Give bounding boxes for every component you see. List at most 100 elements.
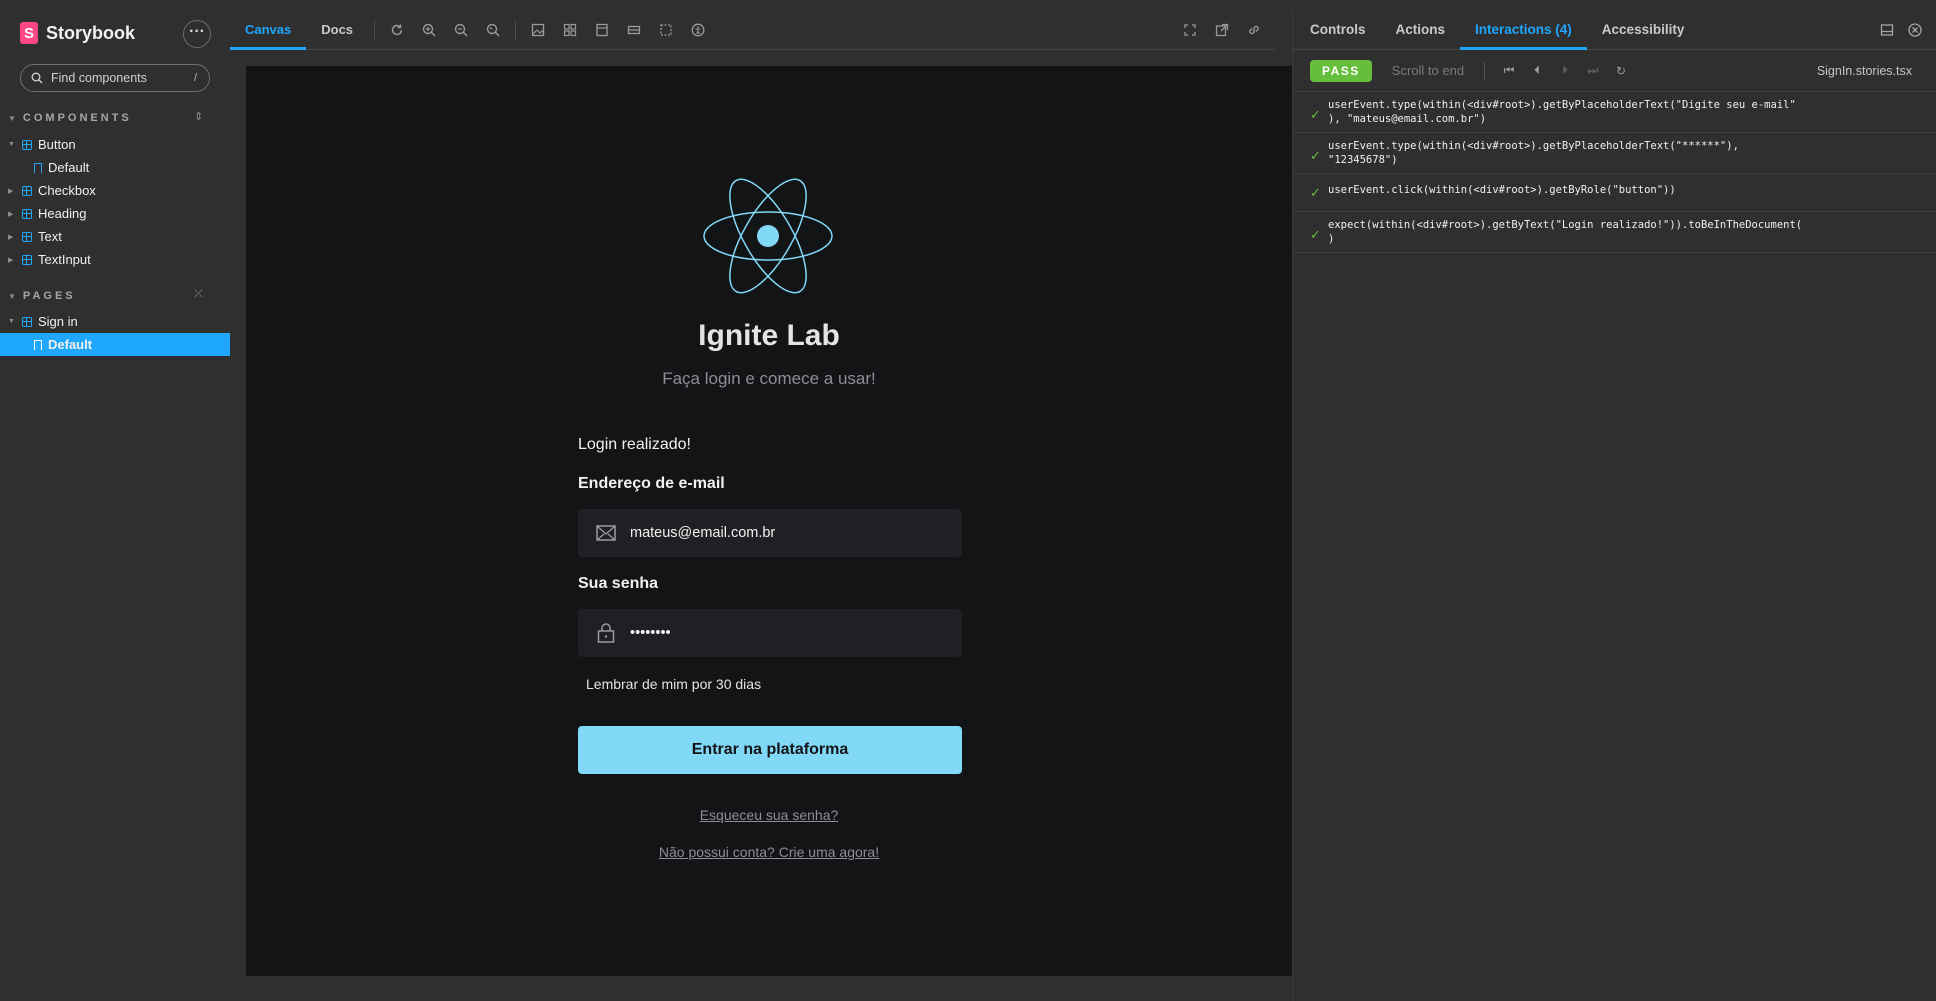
envelope-icon (596, 525, 616, 541)
search-input[interactable] (51, 71, 181, 85)
submit-button[interactable]: Entrar na plataforma (578, 726, 962, 774)
sidebar-item-label: Button (38, 137, 76, 152)
outline-icon[interactable] (650, 14, 682, 46)
toolbar-divider (515, 19, 517, 40)
sidebar-item-label: Text (38, 229, 62, 244)
email-label: Endereço de e-mail (578, 475, 725, 492)
sidebar-item-label: Default (48, 337, 93, 352)
lock-icon (597, 623, 615, 643)
check-icon: ✓ (1310, 107, 1321, 122)
password-input[interactable] (630, 625, 950, 641)
components-section-title[interactable]: ▼ COMPONENTS (8, 112, 132, 124)
component-icon (22, 139, 32, 150)
sidebar-item-sign-in-default[interactable]: Default (0, 333, 230, 356)
close-icon[interactable] (1908, 22, 1922, 37)
preview-toolbar: Canvas Docs (230, 10, 1276, 50)
component-icon (22, 185, 32, 196)
tab-interactions[interactable]: Interactions (4) (1460, 10, 1587, 50)
caret-down-icon: ▼ (8, 291, 19, 301)
tab-controls[interactable]: Controls (1295, 10, 1381, 50)
addons-tabs: Controls Actions Interactions (4) Access… (1293, 10, 1936, 50)
forgot-password-link[interactable]: Esqueceu sua senha? (246, 807, 1292, 823)
interaction-step[interactable]: ✓ userEvent.type(within(<div#root>).getB… (1293, 133, 1936, 174)
measure-icon[interactable] (618, 14, 650, 46)
zoom-out-icon[interactable] (445, 14, 477, 46)
tab-actions[interactable]: Actions (1381, 10, 1461, 50)
caret-right-icon: ▶ (8, 210, 14, 218)
story-canvas: Ignite Lab Faça login e comece a usar! L… (246, 66, 1292, 976)
sidebar-item-label: TextInput (38, 252, 91, 267)
caret-down-icon: ▼ (8, 113, 19, 123)
sidebar: S Storybook ··· / ▼ COMPONENTS ⇕ ▼ Butto… (0, 0, 230, 1001)
pages-section-title[interactable]: ▼ PAGES (8, 290, 76, 302)
background-icon[interactable] (522, 14, 554, 46)
panel-orientation-icon[interactable] (1880, 23, 1894, 37)
addons-panel: Controls Actions Interactions (4) Access… (1292, 10, 1936, 1001)
sidebar-item-button-default[interactable]: Default (0, 156, 230, 179)
bookmark-icon (34, 162, 42, 173)
pages-title: PAGES (22, 290, 76, 302)
step-code: userEvent.click(within(<div#root>).getBy… (1328, 184, 1676, 196)
brand-name: Storybook (46, 22, 136, 43)
success-message: Login realizado! (578, 436, 691, 453)
signup-link[interactable]: Não possui conta? Crie uma agora! (246, 844, 1292, 860)
components-title: COMPONENTS (22, 112, 132, 124)
sidebar-item-text[interactable]: ▶ Text (0, 225, 230, 248)
toolbar-divider (374, 19, 376, 40)
bookmark-icon (34, 339, 42, 350)
brand[interactable]: S Storybook (20, 22, 135, 44)
caret-right-icon: ▶ (8, 256, 14, 264)
caret-down-icon: ▼ (8, 141, 15, 148)
tab-docs[interactable]: Docs (306, 10, 368, 50)
grid-icon[interactable] (554, 14, 586, 46)
collapse-all-icon[interactable]: ⤫ (194, 288, 203, 301)
step-forward-icon[interactable]: ⏵ (1551, 63, 1579, 78)
step-back-icon[interactable]: ⏴ (1523, 63, 1551, 78)
go-to-end-icon[interactable]: ⏭ (1579, 63, 1607, 78)
rerun-icon[interactable]: ↻ (1607, 64, 1635, 78)
search-box[interactable]: / (20, 64, 210, 92)
sidebar-item-checkbox[interactable]: ▶ Checkbox (0, 179, 230, 202)
check-icon: ✓ (1310, 227, 1321, 242)
component-icon (22, 316, 32, 327)
interaction-step[interactable]: ✓ userEvent.click(within(<div#root>).get… (1293, 174, 1936, 212)
copy-link-icon[interactable] (1238, 14, 1270, 46)
open-new-tab-icon[interactable] (1206, 14, 1238, 46)
scroll-to-end-button[interactable]: Scroll to end (1392, 63, 1464, 78)
viewport-icon[interactable] (586, 14, 618, 46)
search-shortcut: / (193, 72, 197, 84)
control-divider (1484, 61, 1486, 80)
sidebar-item-sign-in[interactable]: ▼ Sign in (0, 310, 230, 333)
sidebar-item-button[interactable]: ▼ Button (0, 133, 230, 156)
caret-right-icon: ▶ (8, 233, 14, 241)
zoom-reset-icon[interactable] (477, 14, 509, 46)
component-icon (22, 208, 32, 219)
sidebar-item-label: Heading (38, 206, 87, 221)
accessibility-icon[interactable] (682, 14, 714, 46)
password-field[interactable] (578, 609, 962, 657)
zoom-in-icon[interactable] (413, 14, 445, 46)
fullscreen-icon[interactable] (1174, 14, 1206, 46)
email-input[interactable] (630, 525, 950, 541)
go-to-start-icon[interactable]: ⏮ (1495, 63, 1523, 78)
story-file-name: SignIn.stories.tsx (1816, 63, 1912, 78)
caret-right-icon: ▶ (8, 187, 14, 195)
reload-icon[interactable] (381, 14, 413, 46)
tab-accessibility[interactable]: Accessibility (1587, 10, 1700, 50)
component-icon (22, 254, 32, 265)
email-field[interactable] (578, 509, 962, 557)
check-icon: ✓ (1310, 148, 1321, 163)
sidebar-item-heading[interactable]: ▶ Heading (0, 202, 230, 225)
caret-down-icon: ▼ (8, 318, 15, 325)
tab-canvas[interactable]: Canvas (230, 10, 307, 50)
sidebar-item-label: Default (48, 160, 90, 175)
expand-collapse-icon[interactable]: ⇕ (194, 110, 203, 123)
sidebar-item-label: Sign in (38, 314, 78, 329)
component-icon (22, 231, 32, 242)
interaction-step[interactable]: ✓ expect(within(<div#root>).getByText("L… (1293, 212, 1936, 253)
remember-me-label[interactable]: Lembrar de mim por 30 dias (586, 676, 761, 692)
more-menu-button[interactable]: ··· (183, 20, 211, 48)
sidebar-item-textinput[interactable]: ▶ TextInput (0, 248, 230, 271)
storybook-app: S Storybook ··· / ▼ COMPONENTS ⇕ ▼ Butto… (0, 0, 1936, 1001)
interaction-step[interactable]: ✓ userEvent.type(within(<div#root>).getB… (1293, 92, 1936, 133)
